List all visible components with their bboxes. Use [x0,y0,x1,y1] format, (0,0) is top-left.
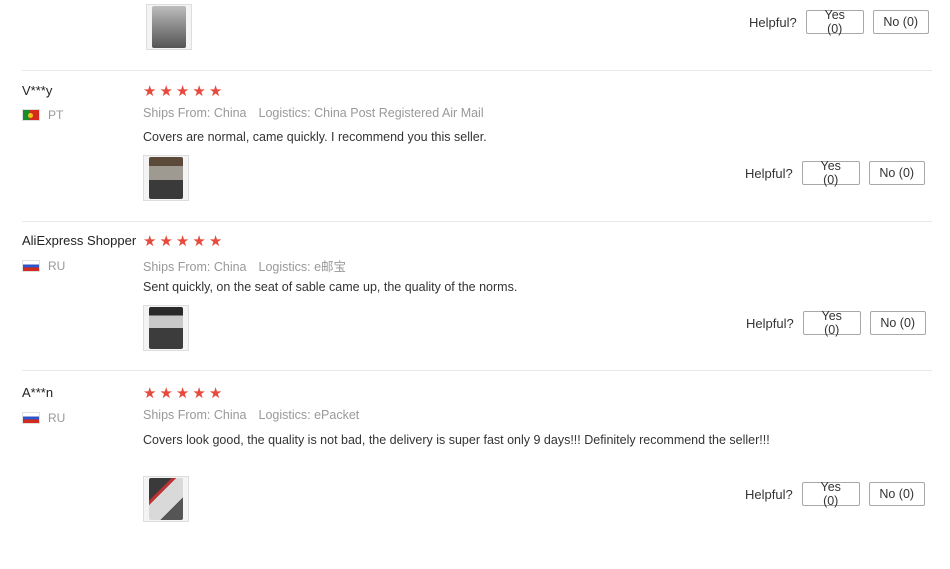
country-code: RU [48,259,66,273]
star-icon: ★ [175,385,190,402]
review-text: Covers look good, the quality is not bad… [143,433,770,447]
flag-russia-icon [22,260,40,272]
helpful-label: Helpful? [749,14,797,30]
helpful-label: Helpful? [746,315,794,331]
flag-portugal-icon [22,109,40,121]
reviewer-country: RU [22,411,65,425]
review-divider [22,221,932,222]
shipping-info: Ships From: China Logistics: ePacket [143,408,359,422]
star-icon: ★ [192,385,206,402]
star-rating: ★ ★ ★ ★ ★ [143,234,222,249]
helpful-group: Helpful? Yes (0) No (0) [745,159,925,187]
review-divider [22,370,932,371]
star-icon: ★ [175,83,190,100]
logistics: Logistics: China Post Registered Air Mai… [258,106,484,120]
helpful-group: Helpful? Yes (0) No (0) [745,480,925,508]
star-icon: ★ [175,233,190,250]
star-icon: ★ [143,233,157,250]
star-icon: ★ [159,83,173,100]
star-icon: ★ [208,385,223,402]
car-seat-photo [152,6,186,48]
helpful-group: Helpful? Yes (0) No (0) [749,8,929,36]
country-code: RU [48,411,66,425]
helpful-no-button[interactable]: No (0) [868,161,925,185]
star-rating: ★ ★ ★ ★ ★ [143,386,222,401]
star-icon: ★ [192,83,206,100]
logistics: Logistics: e邮宝 [258,260,347,274]
star-icon: ★ [208,233,223,250]
ships-from: Ships From: China [143,260,247,274]
star-icon: ★ [143,385,157,402]
review-photo-thumbnail[interactable] [143,476,189,522]
helpful-no-button[interactable]: No (0) [869,311,926,335]
star-icon: ★ [159,385,173,402]
reviewer-name: A***n [22,385,54,400]
shipping-info: Ships From: China Logistics: China Post R… [143,106,484,120]
star-icon: ★ [143,83,157,100]
helpful-yes-button[interactable]: Yes (0) [801,480,860,508]
review-text: Sent quickly, on the seat of sable came … [143,280,518,294]
helpful-yes-button[interactable]: Yes (0) [805,8,864,36]
star-icon: ★ [208,83,223,100]
flag-russia-icon [22,412,40,424]
car-seat-photo [149,157,183,199]
reviewer-name: V***y [22,83,53,98]
helpful-label: Helpful? [745,165,793,181]
country-code: PT [48,108,64,122]
helpful-no-button[interactable]: No (0) [868,482,925,506]
ships-from: Ships From: China [143,408,247,422]
shipping-info: Ships From: China Logistics: e邮宝 [143,256,346,275]
helpful-no-button[interactable]: No (0) [872,10,929,34]
ships-from: Ships From: China [143,106,247,120]
helpful-yes-button[interactable]: Yes (0) [802,309,861,337]
helpful-yes-button[interactable]: Yes (0) [801,159,860,187]
review-text: Covers are normal, came quickly. I recom… [143,130,487,144]
review-divider [22,70,932,71]
star-icon: ★ [192,233,206,250]
star-rating: ★ ★ ★ ★ ★ [143,84,222,99]
review-photo-thumbnail[interactable] [146,4,192,50]
car-seat-photo [149,478,183,520]
car-seat-photo [149,307,183,349]
reviewer-country: PT [22,108,63,122]
logistics: Logistics: ePacket [258,408,360,422]
helpful-group: Helpful? Yes (0) No (0) [746,309,926,337]
helpful-label: Helpful? [745,486,793,502]
review-photo-thumbnail[interactable] [143,305,189,351]
reviewer-name: AliExpress Shopper [22,233,137,248]
review-photo-thumbnail[interactable] [143,155,189,201]
reviewer-country: RU [22,259,65,273]
star-icon: ★ [159,233,173,250]
